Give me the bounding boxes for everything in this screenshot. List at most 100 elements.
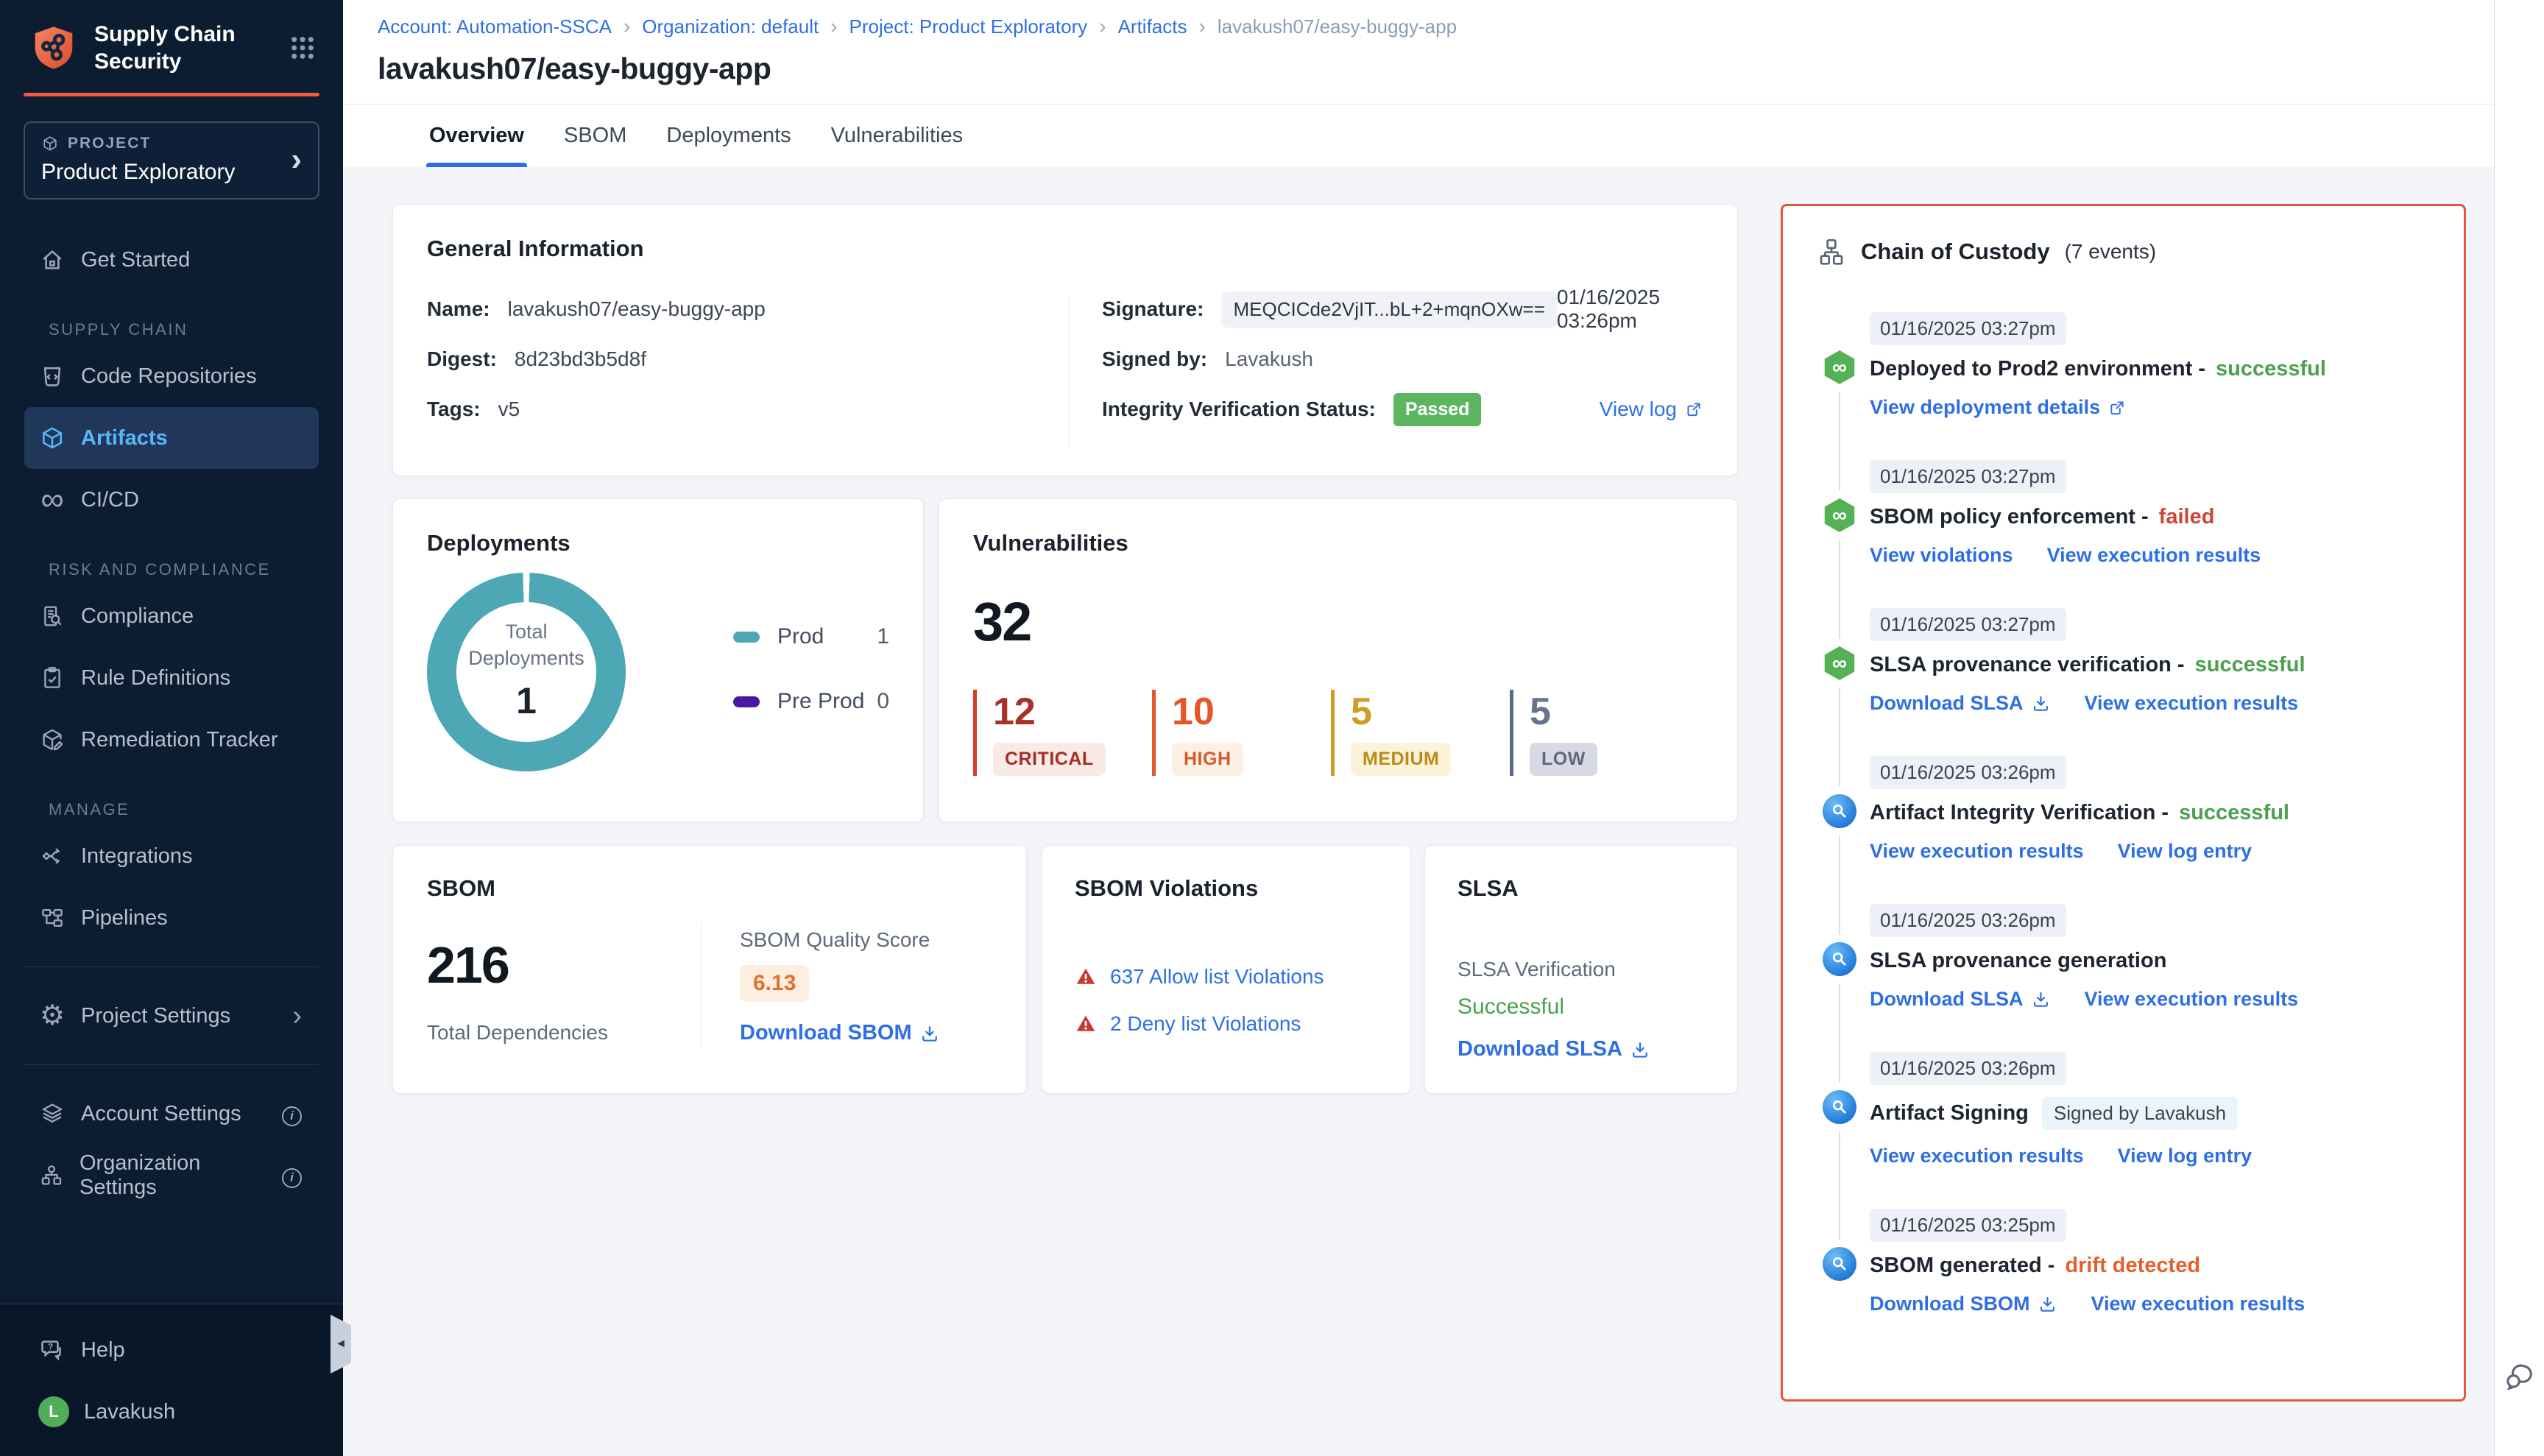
sidebar-item-organization-settings[interactable]: Organization Settingsi [0, 1145, 343, 1206]
view-execution-results-link[interactable]: View execution results [1870, 840, 2084, 863]
event-timestamp: 01/16/2025 03:27pm [1870, 460, 2066, 493]
event-title: SLSA provenance generation [1870, 949, 2166, 973]
breadcrumb-separator: › [1099, 15, 1106, 38]
event-title: Artifact Signing [1870, 1101, 2029, 1125]
user-menu[interactable]: L Lavakush [0, 1381, 343, 1443]
view-violations-link[interactable]: View violations [1870, 544, 2013, 567]
view-execution-results-link[interactable]: View execution results [2085, 988, 2299, 1011]
view-log-link[interactable]: View log [1600, 397, 1703, 421]
view-execution-results-link[interactable]: View execution results [2085, 692, 2299, 715]
sbom-title: SBOM [427, 875, 992, 902]
event-title-row: SLSA provenance verification -successful [1870, 653, 2430, 677]
sidebar-item-rule-definitions[interactable]: Rule Definitions [0, 647, 343, 709]
download-slsa-link[interactable]: Download SLSA [1870, 988, 2051, 1011]
view-execution-results-link[interactable]: View execution results [1870, 1145, 2084, 1167]
sidebar-item-integrations[interactable]: Integrations [0, 825, 343, 887]
view-execution-results-link[interactable]: View execution results [2091, 1293, 2306, 1315]
tab-sbom[interactable]: SBOM [561, 105, 629, 167]
view-log-entry-link[interactable]: View log entry [2118, 840, 2252, 863]
event-title-row: SBOM policy enforcement -failed [1870, 505, 2430, 529]
breadcrumb-item[interactable]: Organization: default [642, 15, 819, 38]
breadcrumb-item[interactable]: Account: Automation-SSCA [378, 15, 612, 38]
tags-label: Tags: [427, 397, 481, 421]
vulnerabilities-card: Vulnerabilities 32 12CRITICAL10HIGH5MEDI… [939, 498, 1738, 822]
nav-section-header: SUPPLY CHAIN [49, 320, 343, 339]
sidebar-item-compliance[interactable]: Compliance [0, 585, 343, 647]
module-grid-icon[interactable] [287, 32, 318, 63]
violation-row: 637 Allow list Violations [1075, 965, 1378, 989]
sidebar-item-pipelines[interactable]: Pipelines [0, 887, 343, 949]
event-timestamp: 01/16/2025 03:26pm [1870, 904, 2066, 937]
brand-accent-divider [24, 93, 319, 96]
sbom-violations-card: SBOM Violations 637 Allow list Violation… [1042, 845, 1411, 1094]
chain-of-custody-count: (7 events) [2065, 240, 2157, 264]
sidebar-item-account-settings[interactable]: Account Settingsi [0, 1083, 343, 1145]
sidebar-item-help[interactable]: ? Help [0, 1319, 343, 1381]
event-status: drift detected [2065, 1254, 2200, 1278]
sidebar-item-get-started[interactable]: Get Started [0, 229, 343, 291]
artifact-name-value: lavakush07/easy-buggy-app [508, 297, 766, 321]
project-selector[interactable]: PROJECT Product Exploratory › [24, 121, 319, 199]
view-deployment-details-link[interactable]: View deployment details [1870, 396, 2127, 419]
download-icon [1630, 1039, 1650, 1060]
support-chat-icon[interactable] [2503, 1360, 2537, 1394]
download-slsa-link[interactable]: Download SLSA [1458, 1037, 1650, 1061]
vulnerability-stat-critical: 12CRITICAL [973, 690, 1152, 776]
right-utility-rail [2494, 0, 2544, 1456]
severity-count: 5 [1351, 693, 1510, 731]
chain-of-custody-header: Chain of Custody (7 events) [1817, 237, 2430, 266]
vulnerabilities-total: 32 [973, 590, 1703, 653]
sidebar-item-code-repositories[interactable]: Code Repositories [0, 345, 343, 407]
download-sbom-link[interactable]: Download SBOM [740, 1021, 940, 1045]
sbom-card: SBOM 216 Total Dependencies SBOM Quality… [392, 845, 1027, 1094]
vertical-divider [701, 924, 702, 1045]
breadcrumb-item[interactable]: lavakush07/easy-buggy-app [1218, 15, 1457, 38]
sidebar-item-ci-cd[interactable]: ∞CI/CD [0, 469, 343, 531]
brand: Supply Chain Security [0, 0, 343, 93]
breadcrumb-separator: › [830, 15, 837, 38]
deployments-legend: Prod1Pre Prod0 [733, 624, 889, 714]
slsa-verification-status: Successful [1458, 994, 1705, 1019]
sidebar: Supply Chain Security PROJECT Product Ex… [0, 0, 343, 1456]
view-log-entry-link[interactable]: View log entry [2118, 1145, 2252, 1167]
event-links: View deployment details [1870, 396, 2430, 419]
sidebar-item-label: Get Started [81, 248, 190, 272]
violation-row: 2 Deny list Violations [1075, 1012, 1378, 1036]
event-timestamp: 01/16/2025 03:26pm [1870, 756, 2066, 789]
sidebar-item-artifacts[interactable]: Artifacts [24, 407, 319, 469]
sidebar-item-remediation-tracker[interactable]: Remediation Tracker [0, 709, 343, 771]
signature-value: MEQCICde2VjIT...bL+2+mqnOXw== [1221, 291, 1556, 328]
external-icon [2107, 398, 2127, 417]
app-title-line2: Security [94, 48, 236, 75]
sidebar-item-label: Rule Definitions [81, 666, 230, 690]
tab-deployments[interactable]: Deployments [663, 105, 794, 167]
breadcrumb: Account: Automation-SSCA › Organization: d… [378, 15, 2544, 38]
supply-chain-security-logo-icon [29, 24, 78, 72]
breadcrumb-item[interactable]: Artifacts [1118, 15, 1187, 38]
svg-text:?: ? [48, 1341, 53, 1351]
violations-link[interactable]: 2 Deny list Violations [1110, 1012, 1301, 1036]
sbom-violations-list: 637 Allow list Violations 2 Deny list Vio… [1075, 965, 1378, 1036]
signature-label: Signature: [1102, 297, 1204, 321]
event-timestamp: 01/16/2025 03:25pm [1870, 1209, 2066, 1242]
slsa-card: SLSA SLSA Verification Successful Downlo… [1424, 845, 1738, 1094]
layers-icon [38, 1100, 66, 1127]
overview-left-column: General Information Name:lavakush07/easy… [392, 204, 1738, 1094]
sidebar-item-project-settings[interactable]: ⚙Project Settings› [0, 985, 343, 1047]
download-slsa-link[interactable]: Download SLSA [1870, 692, 2051, 715]
violations-link[interactable]: 637 Allow list Violations [1110, 965, 1324, 989]
help-chat-icon: ? [38, 1337, 66, 1363]
tab-overview[interactable]: Overview [426, 105, 527, 167]
vulnerability-severity-stats: 12CRITICAL10HIGH5MEDIUM5LOW [973, 690, 1703, 776]
severity-count: 12 [993, 693, 1152, 731]
download-sbom-link[interactable]: Download SBOM [1870, 1293, 2057, 1315]
integrations-icon [38, 843, 66, 869]
vulnerabilities-title: Vulnerabilities [973, 530, 1703, 556]
event-status: successful [2179, 801, 2289, 825]
view-execution-results-link[interactable]: View execution results [2047, 544, 2261, 567]
vertical-divider [1069, 297, 1070, 448]
download-icon [2031, 693, 2051, 713]
breadcrumb-item[interactable]: Project: Product Exploratory [849, 15, 1088, 38]
tab-vulnerabilities[interactable]: Vulnerabilities [828, 105, 966, 167]
event-links: Download SLSA View execution results [1870, 988, 2430, 1011]
